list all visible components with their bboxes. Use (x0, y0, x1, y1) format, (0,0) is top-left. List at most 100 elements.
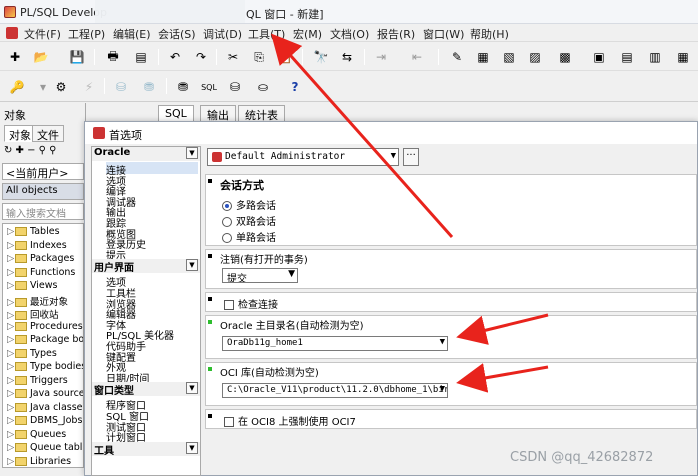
replace-icon[interactable]: ⇆ (338, 48, 356, 66)
collapse-icon[interactable]: ▼ (186, 382, 198, 395)
unindent-icon[interactable]: ⇤ (408, 48, 426, 66)
logoff-select[interactable]: 提交 ▼ (222, 268, 298, 283)
tree-item[interactable]: ▷ Tables (7, 226, 60, 239)
open-icon[interactable]: 📂 (32, 48, 50, 66)
tree-item[interactable]: ▷ 回收站 (7, 307, 59, 321)
redo-icon[interactable]: ↷ (192, 48, 210, 66)
paste-icon[interactable]: 📋 (276, 48, 294, 66)
copy-icon[interactable]: ⎘ (250, 48, 268, 66)
tree-item[interactable]: ▷ Packages (7, 253, 74, 266)
menu-edit[interactable]: 编辑(E) (113, 26, 151, 42)
beautify-icon[interactable]: ✎ (448, 48, 466, 66)
print-preview-icon[interactable]: ▤ (132, 48, 150, 66)
oci-library-select[interactable]: C:\Oracle_V11\product\11.2.0\dbhome_1\bi… (222, 383, 448, 398)
tree-item[interactable]: ▷ Views (7, 280, 58, 293)
browser-action-icons[interactable]: ↻ ✚ − ⚲ ⚲ (4, 145, 57, 156)
expand-icon[interactable]: ▷ (7, 361, 15, 372)
tree-item[interactable]: ▷Queue tables (7, 442, 83, 455)
tree-item[interactable]: ▷ Java classes (7, 402, 83, 415)
collapse-icon[interactable]: ▼ (186, 147, 198, 159)
profile-select[interactable]: Default Administrator ▼ (207, 148, 399, 166)
expand-icon[interactable]: ▷ (7, 226, 15, 237)
explain-plan-icon[interactable]: ⛃ (174, 78, 192, 96)
tree-item[interactable]: ▷ Procedures (7, 321, 83, 334)
profile-options-button[interactable]: ··· (403, 148, 419, 166)
report-icon[interactable]: ⛀ (254, 78, 272, 96)
radio-multi-session[interactable]: 多路会话 (222, 197, 276, 212)
expand-icon[interactable]: ▷ (7, 280, 15, 291)
close-all-icon[interactable]: ▦ (674, 48, 692, 66)
menu-documents[interactable]: 文档(O) (330, 26, 369, 42)
expand-icon[interactable]: ▷ (7, 415, 15, 426)
expand-icon[interactable]: ▷ (7, 429, 15, 440)
tree-item[interactable]: ▷ Functions (7, 267, 75, 280)
execute-icon[interactable]: ⚙ (52, 78, 70, 96)
print-icon[interactable]: 🖶 (104, 48, 122, 66)
comment-icon[interactable]: ▦ (474, 48, 492, 66)
query-builder-icon[interactable]: ⛁ (226, 78, 244, 96)
radio-dual-session[interactable]: 双路会话 (222, 213, 276, 228)
tree-item[interactable]: ▷Package bodies (7, 334, 83, 347)
menu-help[interactable]: 帮助(H) (470, 26, 509, 42)
tab-files[interactable]: 文件 (32, 125, 64, 142)
radio-single-session[interactable]: 单路会话 (222, 229, 276, 244)
menu-window[interactable]: 窗口(W) (423, 26, 464, 42)
lowercase-icon[interactable]: ▩ (556, 48, 574, 66)
cut-icon[interactable]: ✂ (224, 48, 242, 66)
tree-item[interactable]: ▷ 最近对象 (7, 294, 68, 308)
tree-item[interactable]: ▷ Java sources (7, 388, 83, 401)
menu-file[interactable]: 文件(F) (24, 26, 61, 42)
tile-icon[interactable]: ▤ (618, 48, 636, 66)
dropdown-icon[interactable]: ▾ (34, 78, 52, 96)
sql-icon[interactable]: SQL (200, 78, 218, 96)
force-oci7-checkbox[interactable]: 在 OCI8 上强制使用 OCI7 (224, 413, 356, 428)
expand-icon[interactable]: ▷ (7, 240, 15, 251)
nav-group[interactable]: 工具 ▼ (92, 441, 200, 457)
logon-key-icon[interactable]: 🔑 (8, 78, 26, 96)
nav-item[interactable]: 日期/时间 (106, 370, 149, 385)
tree-item[interactable]: ▷ Triggers (7, 375, 68, 388)
menu-debug[interactable]: 调试(D) (203, 26, 242, 42)
expand-icon[interactable]: ▷ (7, 375, 15, 386)
check-connection-checkbox[interactable]: 检查连接 (224, 296, 278, 311)
undo-icon[interactable]: ↶ (166, 48, 184, 66)
expand-icon[interactable]: ▷ (7, 442, 15, 453)
tree-item[interactable]: ▷ Queues (7, 429, 66, 442)
nav-item[interactable]: 计划窗口 (106, 429, 146, 444)
menu-tools[interactable]: 工具(T) (248, 26, 285, 42)
rollback-icon[interactable]: ⛃ (140, 78, 158, 96)
cascade-icon[interactable]: ▥ (646, 48, 664, 66)
object-filter-select[interactable]: All objects (2, 183, 84, 200)
expand-icon[interactable]: ▷ (7, 334, 15, 345)
nav-group[interactable]: 用户界面 ▼ (92, 259, 200, 274)
help-icon[interactable]: ? (286, 78, 304, 96)
break-icon[interactable]: ⚡ (80, 78, 98, 96)
collapse-icon[interactable]: ▼ (186, 259, 198, 272)
menu-macro[interactable]: 宏(M) (293, 26, 322, 42)
tree-item[interactable]: ▷ DBMS_Jobs (7, 415, 82, 428)
window-list-icon[interactable]: ▣ (590, 48, 608, 66)
tree-item[interactable]: ▷ Libraries (7, 456, 71, 468)
expand-icon[interactable]: ▷ (7, 348, 15, 359)
system-menu-icon[interactable] (6, 27, 18, 39)
tree-item[interactable]: ▷ Types (7, 348, 57, 361)
tree-item[interactable]: ▷ Type bodies (7, 361, 83, 374)
expand-icon[interactable]: ▷ (7, 297, 15, 308)
expand-icon[interactable]: ▷ (7, 388, 15, 399)
collapse-icon[interactable]: ▼ (186, 441, 198, 454)
nav-group[interactable]: 窗口类型 ▼ (92, 382, 200, 397)
find-icon[interactable]: 🔭 (312, 48, 330, 66)
expand-icon[interactable]: ▷ (7, 402, 15, 413)
menu-reports[interactable]: 报告(R) (377, 26, 415, 42)
save-icon[interactable]: 💾 (68, 48, 86, 66)
nav-group[interactable]: Oracle ▼ (92, 147, 200, 161)
object-search-input[interactable]: 输入搜索文档 (2, 203, 84, 220)
new-icon[interactable]: ✚ (6, 48, 24, 66)
commit-icon[interactable]: ⛁ (112, 78, 130, 96)
menu-session[interactable]: 会话(S) (158, 26, 196, 42)
uncomment-icon[interactable]: ▧ (500, 48, 518, 66)
uppercase-icon[interactable]: ▨ (526, 48, 544, 66)
expand-icon[interactable]: ▷ (7, 310, 15, 321)
nav-item[interactable]: 提示 (106, 247, 126, 262)
expand-icon[interactable]: ▷ (7, 456, 15, 467)
